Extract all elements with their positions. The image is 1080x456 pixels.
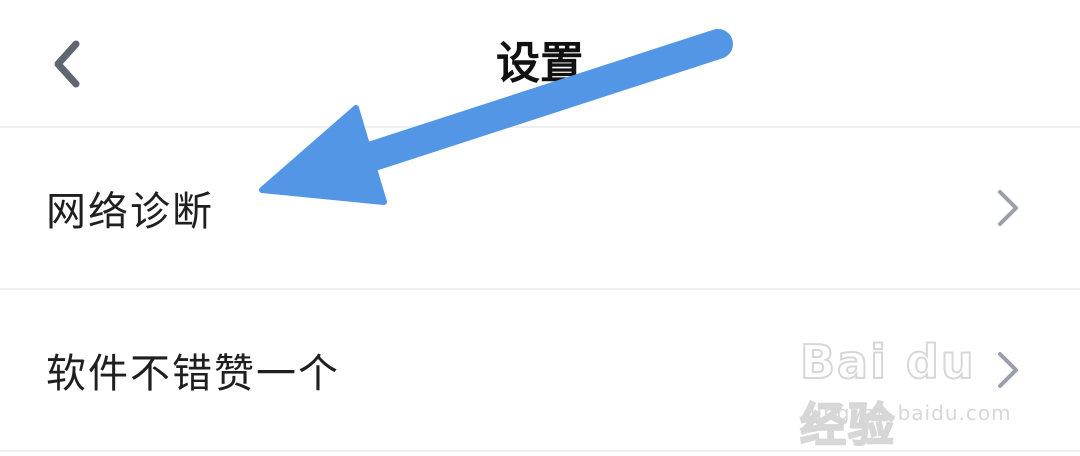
settings-item-network-diagnosis[interactable]: 网络诊断 [0, 128, 1080, 290]
settings-item-label: 网络诊断 [46, 189, 214, 235]
chevron-right-icon [998, 190, 1018, 226]
settings-item-label: 软件不错赞一个 [46, 351, 340, 397]
navigation-bar: 设置 [0, 0, 1080, 128]
settings-screen: 设置 网络诊断 软件不错赞一个 Bai du 经验 jingyan.baidu.… [0, 0, 1080, 456]
page-title: 设置 [496, 38, 584, 89]
baidu-jingyan-watermark: Bai du 经验 jingyan.baidu.com [799, 334, 1020, 453]
watermark-url: jingyan.baidu.com [810, 401, 1012, 425]
watermark-logo: Bai du 经验 [799, 334, 976, 453]
